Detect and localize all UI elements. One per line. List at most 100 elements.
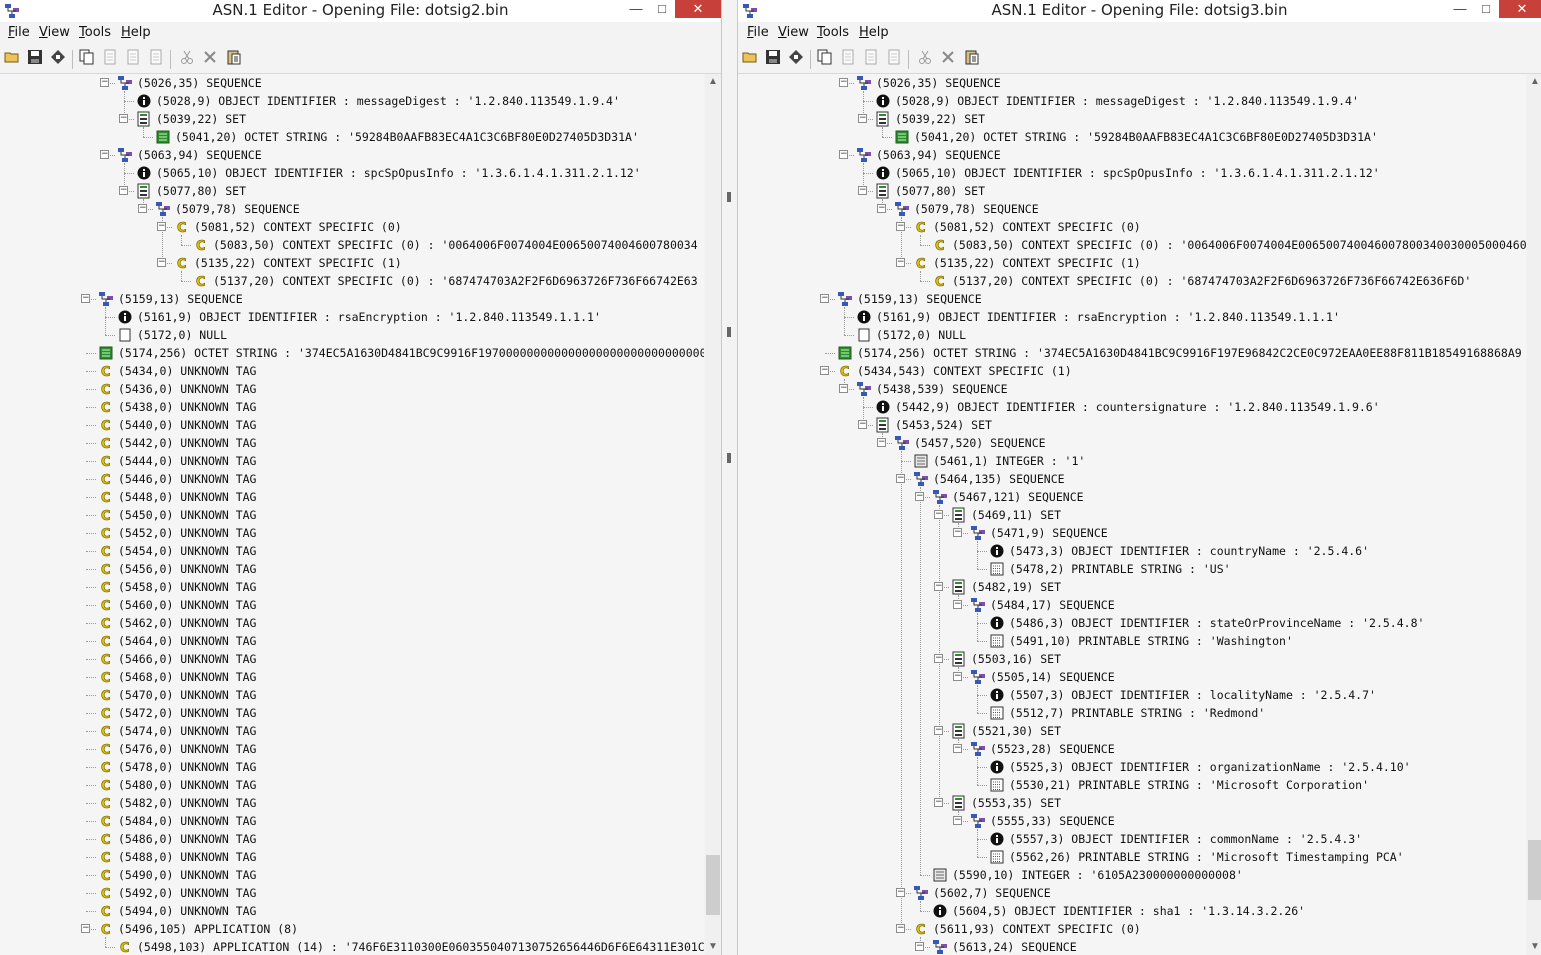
tree-node[interactable]: (5065,10) OBJECT IDENTIFIER : spcSpOpusI… [738,164,1526,182]
tree-node[interactable]: (5557,3) OBJECT IDENTIFIER : commonName … [738,830,1526,848]
collapse-toggle[interactable] [934,582,943,591]
tree-node[interactable]: C (5081,52) CONTEXT SPECIFIC (0) [738,218,1526,236]
tree-node[interactable]: (5482,19) SET [738,578,1526,596]
tree-node[interactable]: (5028,9) OBJECT IDENTIFIER : messageDige… [0,92,704,110]
tree-node[interactable]: C (5486,0) UNKNOWN TAG [0,830,704,848]
menu-view[interactable]: View [778,25,809,40]
tree-node[interactable]: C (5083,50) CONTEXT SPECIFIC (0) : '00640… [738,236,1526,254]
open-folder-button[interactable] [740,49,760,69]
tree-node[interactable]: C (5492,0) UNKNOWN TAG [0,884,704,902]
tree-node[interactable]: (5553,35) SET [738,794,1526,812]
cut-button[interactable] [915,49,935,69]
collapse-toggle[interactable] [820,294,829,303]
tree-node[interactable]: (5512,7) PRINTABLE STRING : 'Redmond' [738,704,1526,722]
tree-node[interactable]: (5065,10) OBJECT IDENTIFIER : spcSpOpusI… [0,164,704,182]
tree-node[interactable]: (5464,135) SEQUENCE [738,470,1526,488]
menu-view[interactable]: View [39,25,70,40]
tree-node[interactable]: C (5436,0) UNKNOWN TAG [0,380,704,398]
collapse-toggle[interactable] [100,78,109,87]
tree-node[interactable]: C (5137,20) CONTEXT SPECIFIC (0) : '68747… [738,272,1526,290]
scroll-up-arrow[interactable]: ▲ [705,74,721,90]
collapse-toggle[interactable] [858,186,867,195]
tree-node[interactable]: (5523,28) SEQUENCE [738,740,1526,758]
tree-node[interactable]: (5041,20) OCTET STRING : '59284B0AAFB83E… [0,128,704,146]
page-button[interactable] [861,49,881,69]
tree-node[interactable]: C (5081,52) CONTEXT SPECIFIC (0) [0,218,704,236]
page-button[interactable] [838,49,858,69]
title-bar[interactable]: ASN.1 Editor - Opening File: dotsig2.bin… [0,0,721,22]
tree-node[interactable]: (5039,22) SET [738,110,1526,128]
scroll-thumb[interactable] [1528,839,1541,900]
save-button[interactable] [25,49,45,69]
tree-node[interactable]: (5161,9) OBJECT IDENTIFIER : rsaEncrypti… [738,308,1526,326]
tree-node[interactable]: C (5448,0) UNKNOWN TAG [0,488,704,506]
tree-node[interactable]: (5478,2) PRINTABLE STRING : 'US' [738,560,1526,578]
tree-node[interactable]: (5613,24) SEQUENCE [738,938,1526,955]
paste-button[interactable] [224,49,244,69]
collapse-toggle[interactable] [896,258,905,267]
tree-node[interactable]: C (5452,0) UNKNOWN TAG [0,524,704,542]
scroll-thumb[interactable] [706,855,720,916]
copy-button[interactable] [77,49,97,69]
collapse-toggle[interactable] [138,204,147,213]
vertical-scrollbar[interactable]: ▲ ▼ [1527,74,1541,955]
tree-node[interactable]: C (5470,0) UNKNOWN TAG [0,686,704,704]
tree-node[interactable]: (5457,520) SEQUENCE [738,434,1526,452]
tree-node[interactable]: (5438,539) SEQUENCE [738,380,1526,398]
collapse-toggle[interactable] [915,492,924,501]
tree-node[interactable]: C (5611,93) CONTEXT SPECIFIC (0) [738,920,1526,938]
tree-node[interactable]: C (5464,0) UNKNOWN TAG [0,632,704,650]
splitter-grip[interactable] [727,327,731,337]
tree-node[interactable]: (5172,0) NULL [0,326,704,344]
collapse-toggle[interactable] [119,186,128,195]
tree-node[interactable]: (5525,3) OBJECT IDENTIFIER : organizatio… [738,758,1526,776]
tree-node[interactable]: C (5460,0) UNKNOWN TAG [0,596,704,614]
tree-node[interactable]: C (5490,0) UNKNOWN TAG [0,866,704,884]
tree-node[interactable]: (5503,16) SET [738,650,1526,668]
tree-node[interactable]: C (5438,0) UNKNOWN TAG [0,398,704,416]
collapse-toggle[interactable] [953,816,962,825]
tree-node[interactable]: C (5462,0) UNKNOWN TAG [0,614,704,632]
asn1-tree-view[interactable]: (5026,35) SEQUENCE (5028,9) OBJECT IDENTI… [738,74,1526,955]
tree-node[interactable]: C (5137,20) CONTEXT SPECIFIC (0) : '68747… [0,272,704,290]
copy-button[interactable] [815,49,835,69]
scroll-up-arrow[interactable]: ▲ [1527,74,1541,90]
page-button[interactable] [100,49,120,69]
tree-node[interactable]: C (5466,0) UNKNOWN TAG [0,650,704,668]
page-button[interactable] [884,49,904,69]
collapse-toggle[interactable] [896,888,905,897]
tree-node[interactable]: (5484,17) SEQUENCE [738,596,1526,614]
tree-node[interactable]: C (5083,50) CONTEXT SPECIFIC (0) : '00640… [0,236,704,254]
collapse-toggle[interactable] [934,726,943,735]
tree-node[interactable]: (5555,33) SEQUENCE [738,812,1526,830]
tree-node[interactable]: C (5482,0) UNKNOWN TAG [0,794,704,812]
tree-node[interactable]: C (5488,0) UNKNOWN TAG [0,848,704,866]
collapse-toggle[interactable] [81,294,90,303]
scroll-down-arrow[interactable]: ▼ [1527,939,1541,955]
collapse-toggle[interactable] [915,942,924,951]
collapse-toggle[interactable] [934,510,943,519]
save-as-button[interactable] [48,49,68,69]
tree-node[interactable]: C (5498,103) APPLICATION (14) : '746F6E31… [0,938,704,955]
collapse-toggle[interactable] [877,438,886,447]
title-bar[interactable]: ASN.1 Editor - Opening File: dotsig3.bin… [738,0,1541,22]
menu-file[interactable]: File [8,25,30,40]
collapse-toggle[interactable] [157,258,166,267]
tree-node[interactable]: C (5450,0) UNKNOWN TAG [0,506,704,524]
page-button[interactable] [146,49,166,69]
close-button[interactable]: ✕ [1499,0,1541,18]
tree-node[interactable]: C (5484,0) UNKNOWN TAG [0,812,704,830]
collapse-toggle[interactable] [839,384,848,393]
menu-tools[interactable]: Tools [817,25,849,40]
tree-node[interactable]: (5063,94) SEQUENCE [0,146,704,164]
tree-node[interactable]: (5521,30) SET [738,722,1526,740]
collapse-toggle[interactable] [858,114,867,123]
tree-node[interactable]: (5063,94) SEQUENCE [738,146,1526,164]
collapse-toggle[interactable] [858,420,867,429]
tree-node[interactable]: C (5496,105) APPLICATION (8) [0,920,704,938]
maximize-button[interactable]: □ [650,0,674,20]
delete-button[interactable] [938,49,958,69]
close-button[interactable]: ✕ [675,0,721,18]
tree-node[interactable]: (5486,3) OBJECT IDENTIFIER : stateOrProv… [738,614,1526,632]
collapse-toggle[interactable] [119,114,128,123]
